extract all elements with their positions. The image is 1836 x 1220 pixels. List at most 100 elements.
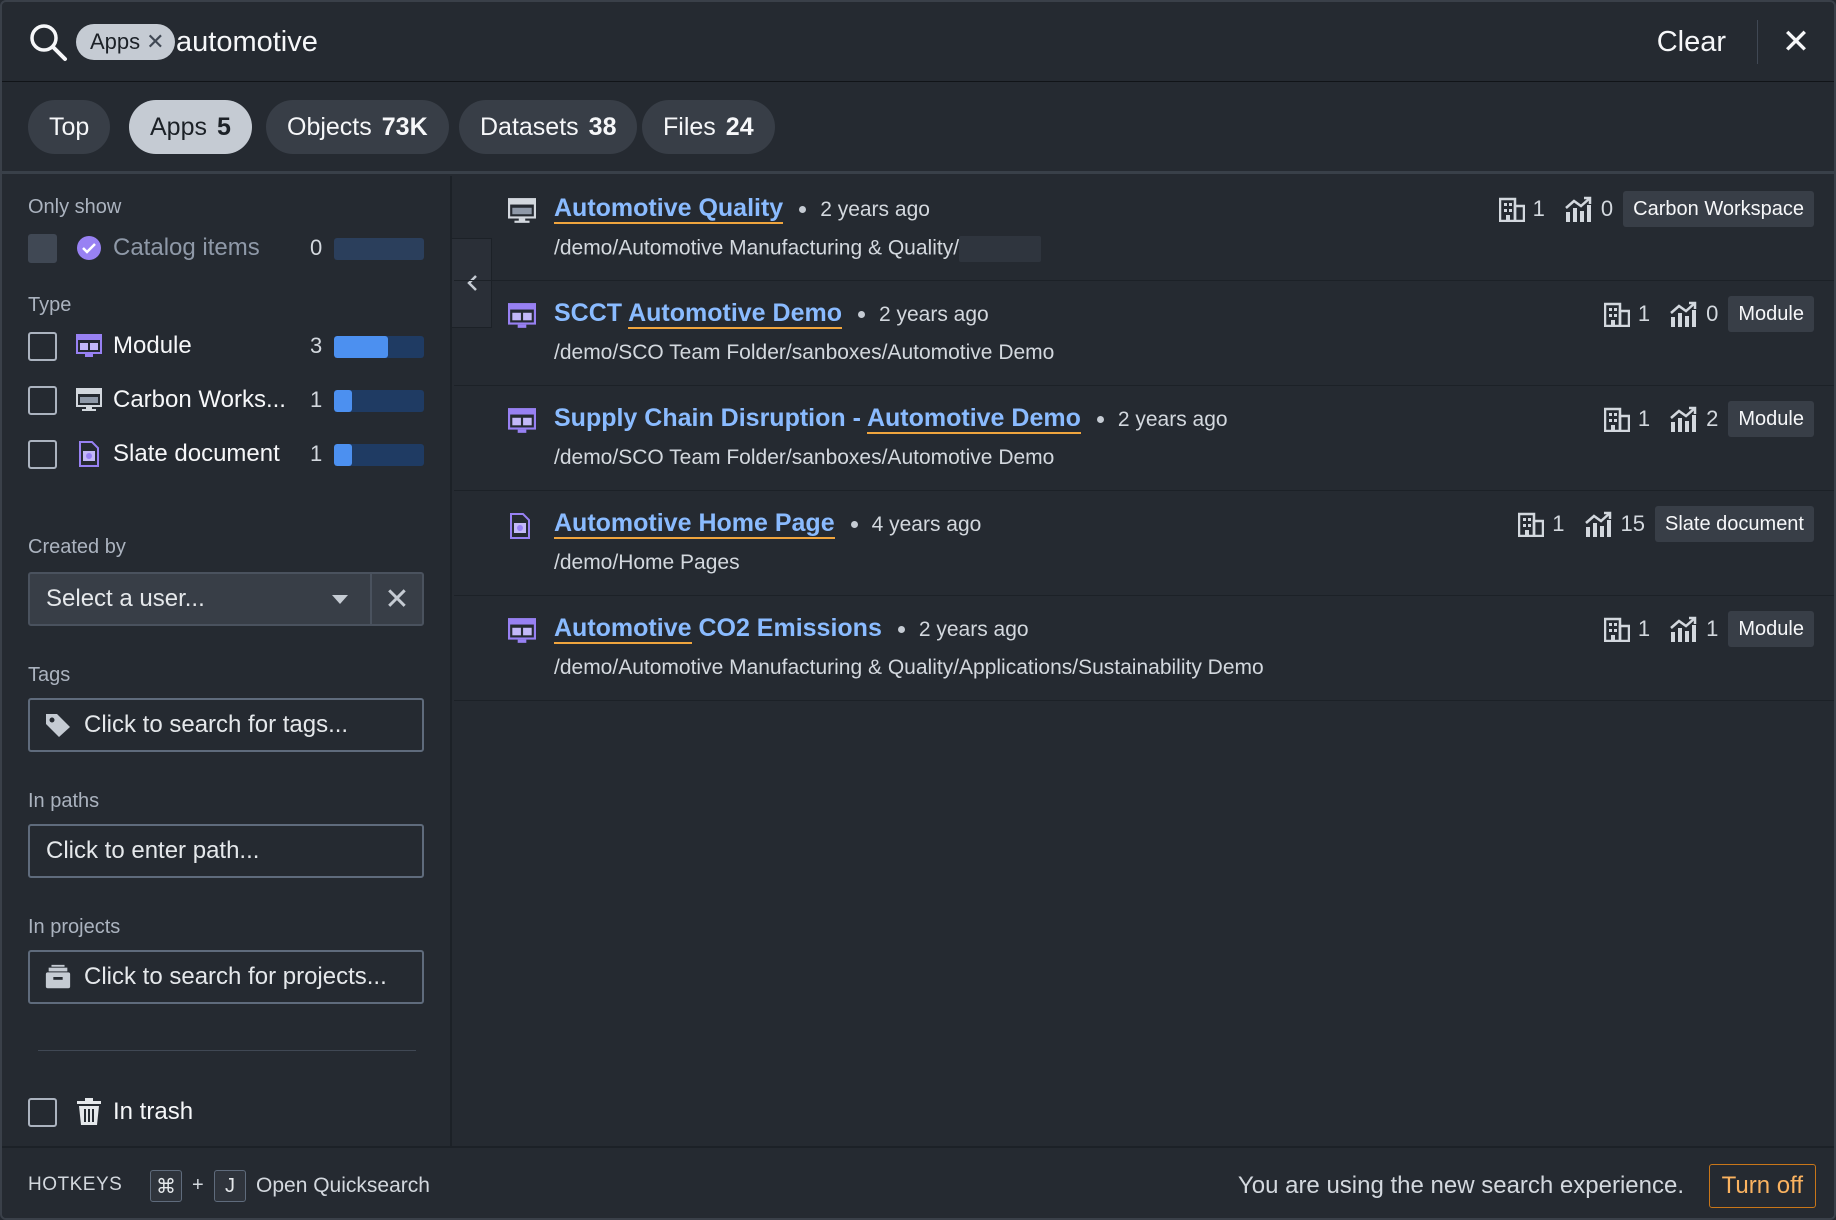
tab-objects[interactable]: Objects 73K: [266, 100, 449, 154]
redacted-block: [959, 236, 1042, 262]
views-chart-icon: [1563, 196, 1593, 222]
count-bar: [334, 444, 424, 466]
resource-type-tag: Module: [1728, 611, 1814, 647]
result-time: 2 years ago: [918, 618, 1029, 641]
result-title-link[interactable]: Supply Chain Disruption - Automotive Dem…: [554, 404, 1228, 434]
views-chart-icon: [1668, 406, 1698, 432]
result-row[interactable]: Automotive Home Page 4 years ago/demo/Hom…: [454, 491, 1834, 596]
separator-dot: [1096, 415, 1104, 423]
plus-sign: +: [192, 1174, 204, 1196]
tab-datasets[interactable]: Datasets 38: [459, 100, 638, 154]
tab-count: 38: [588, 112, 617, 141]
filter-type-module[interactable]: Module 3: [28, 326, 428, 366]
views-count: 1: [1706, 616, 1719, 641]
chip-remove-icon[interactable]: ✕: [146, 31, 164, 53]
views-count: 0: [1600, 196, 1614, 221]
views-count: 2: [1706, 406, 1719, 431]
module-icon: [508, 303, 536, 329]
result-meta: 1 0 Carbon Workspace: [1498, 191, 1814, 227]
carbon-workspace-icon: [75, 386, 103, 414]
title-text: SCCT: [554, 299, 629, 327]
trash-icon: [75, 1098, 103, 1126]
count-bar: [334, 238, 424, 260]
views-chart-icon: [1668, 301, 1698, 327]
result-path: /demo/Automotive Manufacturing & Quality…: [554, 656, 1264, 680]
result-title-link[interactable]: SCCT Automotive Demo 2 years ago: [554, 299, 989, 329]
select-placeholder: Select a user...: [46, 585, 205, 612]
result-row[interactable]: Automotive CO2 Emissions 2 years ago/demo…: [454, 596, 1834, 701]
organization-icon: [1518, 511, 1545, 537]
new-search-notice: You are using the new search experience.: [1237, 1172, 1684, 1199]
organization-count: 1: [1637, 616, 1651, 641]
result-row[interactable]: Supply Chain Disruption - Automotive Dem…: [454, 386, 1834, 491]
hotkey-action: Open Quicksearch: [256, 1174, 430, 1197]
result-title-link[interactable]: Automotive Quality 2 years ago: [554, 194, 930, 224]
tab-label: Datasets: [480, 112, 579, 141]
filter-catalog-items[interactable]: Catalog items 0: [28, 228, 428, 268]
tab-apps[interactable]: Apps 5: [129, 100, 252, 154]
resource-type-tag: Slate document: [1655, 506, 1814, 542]
result-row[interactable]: SCCT Automotive Demo 2 years ago/demo/SCO…: [454, 281, 1834, 386]
checkbox[interactable]: [28, 439, 57, 469]
filter-label: Catalog items: [113, 234, 260, 261]
tab-label: Files: [663, 112, 716, 141]
filter-type-carbon-workspace[interactable]: Carbon Works... 1: [28, 380, 428, 420]
result-time: 2 years ago: [820, 198, 930, 221]
field-placeholder: Click to enter path...: [46, 837, 260, 864]
filter-chip-apps[interactable]: Apps ✕: [76, 24, 175, 60]
resource-type-tag: Module: [1728, 296, 1814, 332]
filter-count: 1: [310, 387, 323, 412]
filter-type-slate-document[interactable]: Slate document 1: [28, 434, 428, 474]
field-placeholder: Click to search for tags...: [84, 711, 349, 738]
divider: [38, 1050, 416, 1051]
title-match-highlight: Automotive Home Page: [554, 509, 835, 539]
organization-count: 1: [1637, 406, 1651, 431]
resource-type-tag: Module: [1728, 401, 1814, 437]
result-title-link[interactable]: Automotive CO2 Emissions 2 years ago: [554, 614, 1029, 644]
result-title-link[interactable]: Automotive Home Page 4 years ago: [554, 509, 982, 539]
search-input[interactable]: automotive: [176, 24, 318, 60]
count-bar: [334, 390, 424, 412]
path-text: /demo/Automotive Manufacturing & Quality…: [554, 656, 1264, 679]
j-key: J: [214, 1170, 246, 1202]
tab-files[interactable]: Files 24: [642, 100, 775, 154]
command-key: ⌘: [150, 1170, 182, 1202]
quicksearch-window: Apps ✕ automotive Clear ✕ Top Apps 5 Obj…: [0, 0, 1836, 1220]
result-path: /demo/Automotive Manufacturing & Quality…: [554, 236, 1042, 262]
checkbox[interactable]: [28, 331, 57, 361]
close-icon[interactable]: ✕: [1776, 22, 1816, 62]
turn-off-button[interactable]: Turn off: [1708, 1164, 1816, 1208]
module-icon: [508, 618, 536, 644]
clear-button[interactable]: Clear: [1657, 22, 1726, 62]
filter-in-trash[interactable]: In trash: [28, 1092, 428, 1132]
verified-badge-icon: [75, 234, 103, 262]
result-time: 2 years ago: [878, 303, 989, 326]
caret-down-icon[interactable]: [332, 594, 348, 604]
result-meta: 1 1 Module: [1603, 611, 1814, 647]
result-time: 4 years ago: [871, 513, 982, 536]
checkbox[interactable]: [28, 233, 57, 263]
results-list: Automotive Quality 2 years ago/demo/Autom…: [454, 176, 1834, 701]
clear-select-icon[interactable]: ✕: [370, 574, 422, 624]
tab-top[interactable]: Top: [28, 100, 111, 154]
title-match-highlight: Automotive Demo: [628, 299, 842, 329]
checkbox[interactable]: [28, 1097, 57, 1127]
result-row[interactable]: Automotive Quality 2 years ago/demo/Autom…: [454, 176, 1834, 281]
tab-label: Objects: [287, 112, 372, 141]
projects-search-field[interactable]: Click to search for projects...: [28, 950, 424, 1004]
filter-count: 0: [310, 235, 323, 260]
organization-icon: [1603, 616, 1630, 642]
separator-dot: [850, 520, 858, 528]
result-meta: 1 2 Module: [1603, 401, 1814, 437]
tags-search-field[interactable]: Click to search for tags...: [28, 698, 424, 752]
separator-dot: [857, 310, 865, 318]
result-meta: 1 15 Slate document: [1518, 506, 1814, 542]
organization-count: 1: [1637, 301, 1651, 326]
separator-dot: [897, 625, 905, 633]
slate-document-icon: [508, 513, 536, 539]
checkbox[interactable]: [28, 385, 57, 415]
paths-field[interactable]: Click to enter path...: [28, 824, 424, 878]
created-by-select[interactable]: Select a user... ✕: [28, 572, 424, 626]
tab-label: Top: [49, 112, 90, 141]
footer: HOTKEYS ⌘ + J Open Quicksearch You are u…: [2, 1146, 1834, 1218]
